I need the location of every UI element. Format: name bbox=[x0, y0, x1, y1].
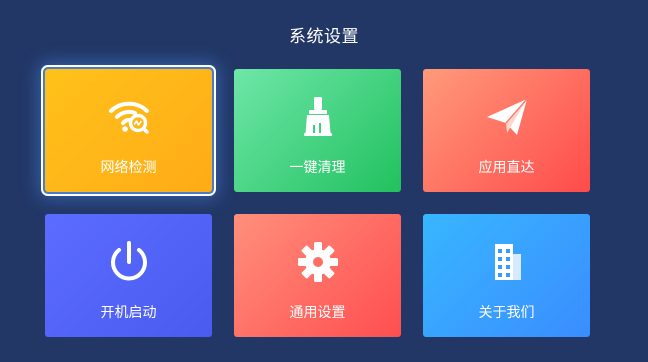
tile-label: 通用设置 bbox=[289, 305, 346, 321]
tile-label: 网络检测 bbox=[100, 160, 157, 176]
tile-one-click-clean[interactable]: 一键清理 bbox=[234, 69, 401, 192]
building-icon bbox=[483, 238, 531, 286]
tile-label: 关于我们 bbox=[478, 305, 535, 321]
tile-about-us[interactable]: 关于我们 bbox=[423, 214, 590, 337]
tile-network-check[interactable]: 网络检测 bbox=[41, 65, 216, 196]
wifi-search-icon bbox=[105, 93, 153, 141]
gear-icon bbox=[294, 238, 342, 286]
tile-label: 一键清理 bbox=[289, 160, 346, 176]
broom-icon bbox=[294, 93, 342, 141]
settings-screen: 系统设置 网络检测 一键清理 应用直达 开机启动 通用设置 关于我们 bbox=[0, 0, 648, 362]
tile-app-direct[interactable]: 应用直达 bbox=[423, 69, 590, 192]
tile-label: 应用直达 bbox=[478, 160, 535, 176]
power-icon bbox=[105, 238, 153, 286]
paper-plane-icon bbox=[483, 93, 531, 141]
tile-startup[interactable]: 开机启动 bbox=[45, 214, 212, 337]
page-title: 系统设置 bbox=[289, 27, 359, 47]
tile-label: 开机启动 bbox=[100, 305, 157, 321]
tile-general-settings[interactable]: 通用设置 bbox=[234, 214, 401, 337]
